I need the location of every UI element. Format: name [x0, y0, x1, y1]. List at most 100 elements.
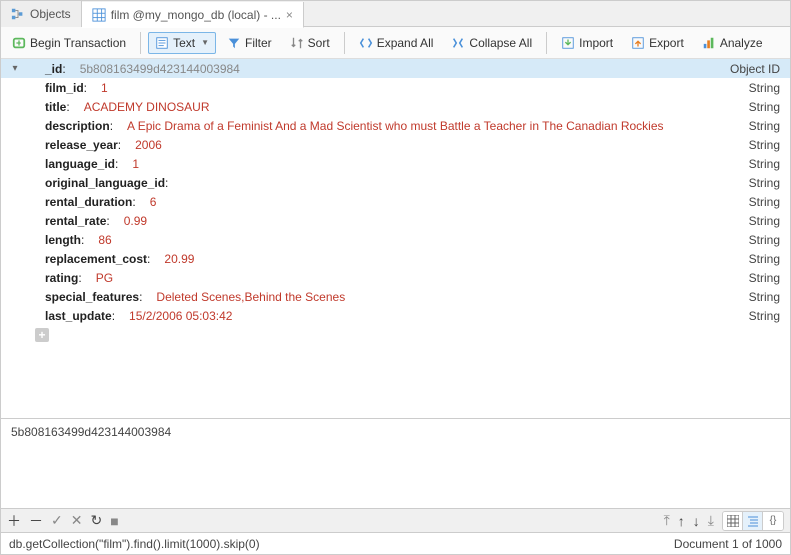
field-type: String [749, 309, 790, 323]
tab-label: film @my_mongo_db (local) - ... [111, 8, 281, 22]
tree-icon [747, 515, 759, 527]
text-view-button[interactable]: Text ▼ [148, 32, 216, 54]
add-field-row[interactable]: + [1, 325, 790, 344]
toolbar-label: Expand All [377, 36, 434, 50]
expand-icon [359, 36, 373, 50]
apply-button[interactable]: ✓ [51, 512, 63, 529]
field-row[interactable]: original_language_id :String [1, 173, 790, 192]
field-row[interactable]: release_year :2006String [1, 135, 790, 154]
field-key: title [45, 100, 66, 114]
separator [344, 32, 345, 54]
field-type: String [749, 252, 790, 266]
field-row[interactable]: rental_rate :0.99String [1, 211, 790, 230]
sort-button[interactable]: Sort [283, 32, 337, 54]
value-detail-pane[interactable]: 5b808163499d423144003984 [1, 418, 790, 508]
field-key: rental_rate [45, 214, 106, 228]
field-row-id[interactable]: ▾ _id : 5b808163499d423144003984 Object … [1, 59, 790, 78]
field-key: replacement_cost [45, 252, 147, 266]
field-value: 5b808163499d423144003984 [80, 62, 240, 76]
refresh-button[interactable]: ↻ [90, 512, 102, 529]
last-record-button[interactable]: ⤓ [708, 512, 714, 529]
field-row[interactable]: replacement_cost :20.99String [1, 249, 790, 268]
plus-icon[interactable]: + [35, 328, 49, 342]
detail-value: 5b808163499d423144003984 [11, 425, 171, 439]
document-tree-view[interactable]: ▾ _id : 5b808163499d423144003984 Object … [1, 59, 790, 418]
tab-bar: Objects film @my_mongo_db (local) - ... … [1, 1, 790, 27]
first-record-button[interactable]: ⤒ [664, 512, 670, 529]
field-type: String [749, 271, 790, 285]
chevron-down-icon: ▼ [201, 38, 209, 47]
field-key: rating [45, 271, 78, 285]
field-value: 20.99 [164, 252, 194, 266]
field-value: ACADEMY DINOSAUR [84, 100, 210, 114]
expand-all-button[interactable]: Expand All [352, 32, 441, 54]
field-value: A Epic Drama of a Feminist And a Mad Sci… [127, 119, 664, 133]
field-row[interactable]: last_update :15/2/2006 05:03:42String [1, 306, 790, 325]
field-key: length [45, 233, 81, 247]
tree-icon [11, 7, 25, 21]
toolbar-label: Analyze [720, 36, 763, 50]
tab-film-collection[interactable]: film @my_mongo_db (local) - ... × [82, 2, 304, 28]
grid-icon [92, 8, 106, 22]
next-record-button[interactable]: ↓ [693, 513, 700, 529]
sort-icon [290, 36, 304, 50]
field-type: String [749, 176, 790, 190]
text-icon [155, 36, 169, 50]
field-key: _id [45, 62, 62, 76]
field-type: String [749, 119, 790, 133]
export-icon [631, 36, 645, 50]
stop-button[interactable]: ■ [110, 513, 118, 529]
import-button[interactable]: Import [554, 32, 620, 54]
field-row[interactable]: language_id :1String [1, 154, 790, 173]
chart-icon [702, 36, 716, 50]
toolbar-label: Begin Transaction [30, 36, 126, 50]
field-row[interactable]: description :A Epic Drama of a Feminist … [1, 116, 790, 135]
braces-icon: {} [770, 515, 777, 526]
main-toolbar: Begin Transaction Text ▼ Filter Sort Exp… [1, 27, 790, 59]
toolbar-label: Import [579, 36, 613, 50]
tab-close-button[interactable]: × [286, 8, 293, 22]
toolbar-label: Sort [308, 36, 330, 50]
field-row[interactable]: title :ACADEMY DINOSAURString [1, 97, 790, 116]
field-key: special_features [45, 290, 139, 304]
separator [140, 32, 141, 54]
import-icon [561, 36, 575, 50]
field-row[interactable]: length :86String [1, 230, 790, 249]
field-type: String [749, 157, 790, 171]
field-value: Deleted Scenes,Behind the Scenes [156, 290, 345, 304]
filter-button[interactable]: Filter [220, 32, 279, 54]
field-row[interactable]: film_id :1String [1, 78, 790, 97]
field-value: 1 [101, 81, 108, 95]
collapse-all-button[interactable]: Collapse All [444, 32, 539, 54]
analyze-button[interactable]: Analyze [695, 32, 770, 54]
field-row[interactable]: rental_duration :6String [1, 192, 790, 211]
field-value: 6 [150, 195, 157, 209]
toolbar-label: Filter [245, 36, 272, 50]
field-row[interactable]: special_features :Deleted Scenes,Behind … [1, 287, 790, 306]
field-key: language_id [45, 157, 115, 171]
document-position: Document 1 of 1000 [674, 537, 782, 551]
field-key: last_update [45, 309, 112, 323]
json-view-button[interactable]: {} [763, 512, 783, 530]
query-text: db.getCollection("film").find().limit(10… [9, 537, 260, 551]
begin-transaction-button[interactable]: Begin Transaction [5, 32, 133, 54]
grid-view-button[interactable] [723, 512, 743, 530]
prev-record-button[interactable]: ↑ [678, 513, 685, 529]
field-row[interactable]: rating :PGString [1, 268, 790, 287]
collapse-toggle[interactable]: ▾ [9, 63, 21, 75]
field-value: 0.99 [124, 214, 147, 228]
field-key: description [45, 119, 110, 133]
cancel-button[interactable]: ✕ [71, 512, 83, 529]
tab-objects[interactable]: Objects [1, 1, 82, 27]
tree-view-button[interactable] [743, 512, 763, 530]
add-record-button[interactable]: ＋ [7, 511, 21, 531]
record-navigation-bar: ＋ － ✓ ✕ ↻ ■ ⤒ ↑ ↓ ⤓ {} [1, 508, 790, 532]
field-value: 1 [132, 157, 139, 171]
toolbar-label: Text [173, 36, 195, 50]
field-value: PG [96, 271, 113, 285]
delete-record-button[interactable]: － [29, 511, 43, 531]
field-type: String [749, 138, 790, 152]
field-type: String [749, 81, 790, 95]
funnel-icon [227, 36, 241, 50]
export-button[interactable]: Export [624, 32, 691, 54]
